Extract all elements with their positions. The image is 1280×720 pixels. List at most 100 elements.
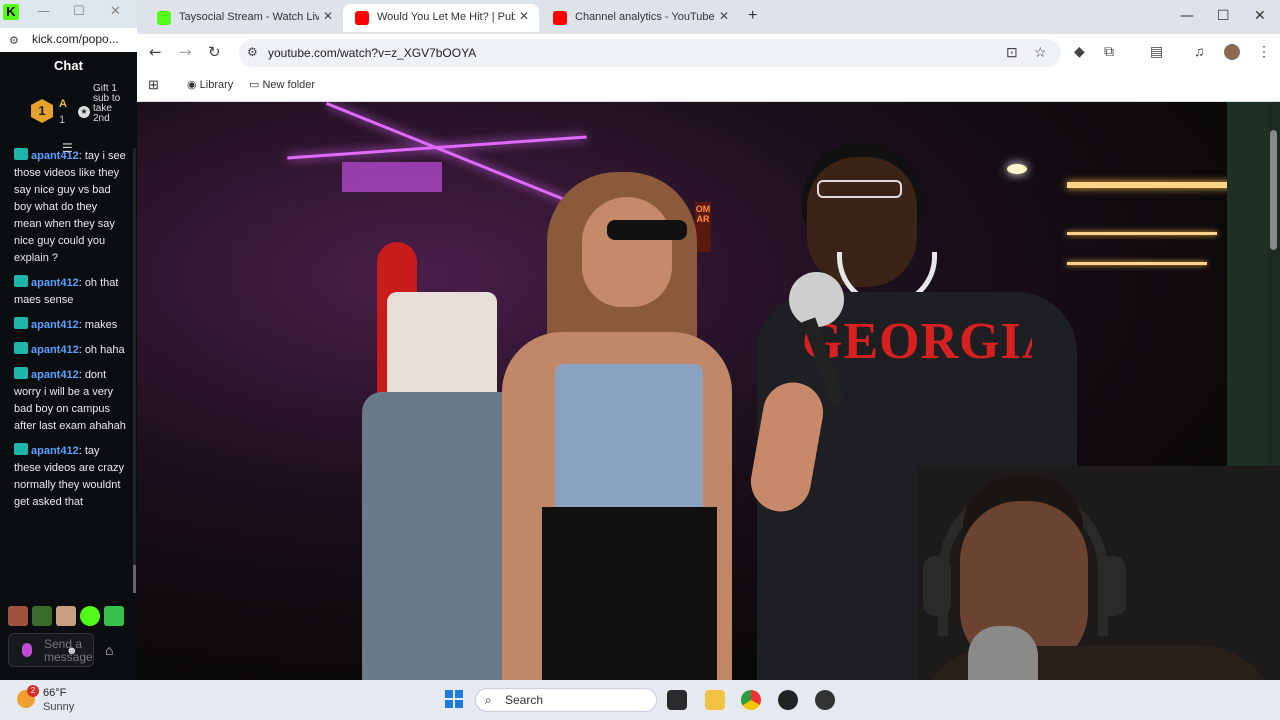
gift-sub-prompt[interactable]: Gift 1 sub to take 2nd <box>93 84 121 142</box>
maximize-icon[interactable]: ☐ <box>1217 8 1230 24</box>
back-icon[interactable]: ← <box>149 43 162 61</box>
chat-message: apant412: oh haha <box>14 342 126 359</box>
bookmark-label: Library <box>199 79 234 91</box>
taskbar-search-box[interactable] <box>475 688 657 712</box>
close-icon[interactable]: ✕ <box>110 4 121 19</box>
jeans <box>362 392 522 680</box>
chat-username[interactable]: apant412 <box>31 445 79 457</box>
bookmark-library[interactable]: ◉ Library <box>187 78 233 91</box>
weather-condition[interactable]: Sunny <box>43 701 74 713</box>
chat-username[interactable]: apant412 <box>31 344 79 356</box>
bookmark-star-icon[interactable]: ☆ <box>1034 44 1047 61</box>
minimize-icon[interactable]: — <box>37 4 50 19</box>
emote-icon[interactable] <box>80 606 100 626</box>
bookmark-new-folder[interactable]: ▭ New folder <box>249 78 315 91</box>
tab-channel-analytics[interactable]: Channel analytics - YouTube Stu ✕ <box>541 4 737 32</box>
media-controls-icon[interactable]: ♫ <box>1194 43 1205 59</box>
kick-titlebar: K — ☐ ✕ <box>0 0 137 28</box>
gift-user: A <box>59 98 67 110</box>
chrome-icon[interactable] <box>741 690 761 710</box>
kick-chat-window: K — ☐ ✕ ⚙ kick.com/popo... Chat 1 A 1 ★ … <box>0 0 137 680</box>
side-panel-icon[interactable]: ▤ <box>1150 43 1163 60</box>
chat-text: : oh haha <box>78 344 125 356</box>
kick-favicon-icon <box>157 11 171 25</box>
new-tab-icon[interactable]: + <box>748 7 757 25</box>
profile-avatar[interactable] <box>1224 44 1240 60</box>
street-lamp <box>1007 164 1027 174</box>
chat-username[interactable]: apant412 <box>31 319 79 331</box>
address-bar[interactable]: ⚙ youtube.com/watch?v=z_XGV7bOOYA ⊡ ☆ <box>239 39 1061 67</box>
site-info-icon[interactable]: ⚙ <box>9 34 19 47</box>
maximize-icon[interactable]: ☐ <box>73 4 85 19</box>
close-icon[interactable]: ✕ <box>1254 8 1266 24</box>
store-icon[interactable]: ⌂ <box>105 642 113 658</box>
tab-title: Taysocial Stream - Watch Live o <box>179 11 319 23</box>
string-lights <box>1067 232 1217 235</box>
emote-icon[interactable] <box>8 606 28 626</box>
tab-strip: Taysocial Stream - Watch Live o ✕ Would … <box>137 0 1280 34</box>
extensions-puzzle-icon[interactable]: ⧉ <box>1104 43 1114 60</box>
neon-sign-text: OMAR <box>695 202 711 252</box>
emote-icon[interactable] <box>56 606 76 626</box>
file-explorer-icon[interactable] <box>705 690 725 710</box>
headphone-earcup-left <box>923 556 951 616</box>
tab-youtube-video[interactable]: Would You Let Me Hit? | Public ✕ <box>343 4 539 32</box>
tab-close-icon[interactable]: ✕ <box>719 9 729 23</box>
browser-toolbar: ← → ↻ ⚙ youtube.com/watch?v=z_XGV7bOOYA … <box>137 34 1280 72</box>
subscriber-badge-icon <box>14 443 28 455</box>
gift-rank-badge: 1 <box>31 99 53 123</box>
kick-url[interactable]: kick.com/popo... <box>32 32 119 46</box>
eyeglasses <box>817 180 902 198</box>
chat-username[interactable]: apant412 <box>31 369 79 381</box>
emote-icon[interactable] <box>32 606 52 626</box>
tab-kick[interactable]: Taysocial Stream - Watch Live o ✕ <box>145 4 341 32</box>
search-icon: ⌕ <box>485 693 492 707</box>
chat-text: : tay i see those videos like they say n… <box>14 150 126 264</box>
extension-icon[interactable]: ◆ <box>1074 43 1085 60</box>
woman-face <box>582 197 672 307</box>
chat-text: : makes <box>78 319 118 331</box>
taskbar-search-label[interactable]: Search <box>505 693 543 707</box>
obs-icon[interactable] <box>778 690 798 710</box>
chat-username[interactable]: apant412 <box>31 277 79 289</box>
tab-close-icon[interactable]: ✕ <box>519 9 529 23</box>
headphone-earcup-right <box>1098 556 1126 616</box>
chat-message: apant412: dont worry i will be a very ba… <box>14 367 126 435</box>
tab-close-icon[interactable]: ✕ <box>323 9 333 23</box>
menu-kebab-icon[interactable]: ⋮ <box>1257 43 1271 60</box>
chat-scrollbar-thumb[interactable] <box>133 565 136 593</box>
chat-message: apant412: makes <box>14 317 126 334</box>
weather-notification-badge: 2 <box>27 685 39 697</box>
weather-temperature[interactable]: 66°F <box>43 687 66 699</box>
bookmark-label: New folder <box>262 79 316 91</box>
page-scrollbar-thumb[interactable] <box>1270 130 1277 250</box>
emote-row <box>8 606 133 628</box>
emoji-icon[interactable]: ☻ <box>66 645 78 657</box>
kick-address-bar[interactable]: ⚙ kick.com/popo... <box>0 28 137 52</box>
app-icon[interactable] <box>815 690 835 710</box>
apps-grid-icon[interactable]: ⊞ <box>148 77 159 93</box>
subscriber-badge-icon <box>14 367 28 379</box>
chat-scrollbar[interactable] <box>133 148 136 593</box>
kick-logo-icon[interactable]: K <box>3 4 19 20</box>
mic-icon[interactable] <box>22 643 32 657</box>
emote-icon[interactable] <box>104 606 124 626</box>
reload-icon[interactable]: ↻ <box>208 43 221 61</box>
gift-icon: ★ <box>78 106 90 118</box>
windows-start-icon[interactable] <box>445 690 463 708</box>
subscriber-badge-icon <box>14 148 28 160</box>
black-skirt <box>542 507 717 680</box>
bookmarks-bar: ⊞ ◉ Library ▭ New folder <box>137 72 1280 102</box>
site-info-icon[interactable]: ⚙ <box>247 45 258 59</box>
task-view-icon[interactable] <box>667 690 687 710</box>
install-app-icon[interactable]: ⊡ <box>1006 44 1018 61</box>
forward-icon[interactable]: → <box>179 43 192 61</box>
address-url[interactable]: youtube.com/watch?v=z_XGV7bOOYA <box>268 46 476 60</box>
string-lights <box>1067 182 1237 188</box>
minimize-icon[interactable]: — <box>1180 8 1194 24</box>
chat-username[interactable]: apant412 <box>31 150 79 162</box>
subscriber-badge-icon <box>14 275 28 287</box>
shirt-text: GEORGIA <box>802 313 1032 370</box>
browser-window: Taysocial Stream - Watch Live o ✕ Would … <box>137 0 1280 102</box>
subscriber-badge-icon <box>14 317 28 329</box>
